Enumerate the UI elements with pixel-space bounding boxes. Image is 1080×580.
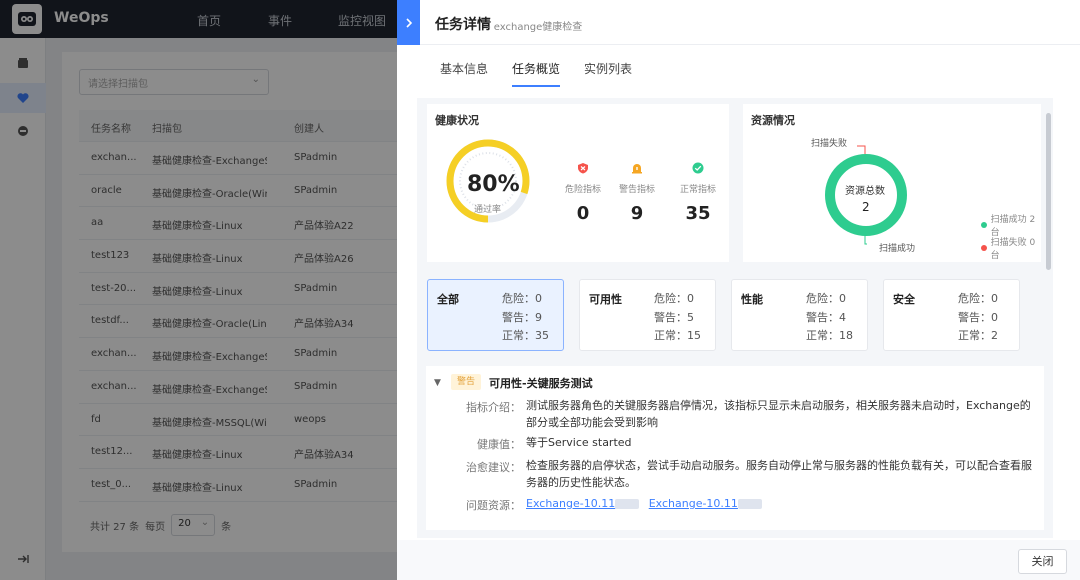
divider <box>397 44 1080 45</box>
pass-rate-value: 80% <box>467 172 520 197</box>
health-value-text: 等于Service started <box>526 436 632 449</box>
category-danger: 危险：0 <box>502 292 542 305</box>
problem-resources: Exchange-10.11 Exchange-10.11 <box>526 495 1036 512</box>
category-warning: 警告：0 <box>958 311 998 324</box>
tab-basic-info[interactable]: 基本信息 <box>440 60 488 87</box>
advice-text: 检查服务器的启停状态，尝试手动启动服务。服务自动停止常与服务器的性能负载有关，可… <box>526 459 1032 489</box>
callout-scan-fail: 扫描失败 <box>811 139 848 149</box>
resource-link[interactable]: Exchange-10.11 <box>649 497 762 510</box>
drawer-subtitle: - exchange健康检查 <box>487 22 583 33</box>
category-name: 全部 <box>437 293 459 306</box>
normal-metric-label: 正常指标 <box>679 185 716 195</box>
legend-fail-text: 扫描失败 0台 <box>990 238 1036 261</box>
health-status-card: 健康状况 80% 通过率 危险指标 0 警告指标 9 正常指标 35 <box>427 104 729 262</box>
collapse-caret-icon[interactable]: ▼ <box>434 378 441 388</box>
category-card-security[interactable]: 安全 危险：0 警告：0 正常：2 <box>883 279 1020 351</box>
category-warning: 警告：4 <box>806 311 846 324</box>
normal-metric-value: 35 <box>685 203 711 224</box>
category-card-all[interactable]: 全部 危险：0 警告：9 正常：35 <box>427 279 564 351</box>
category-danger: 危险：0 <box>654 292 694 305</box>
category-name: 可用性 <box>589 293 622 306</box>
warning-metric: 警告指标 9 <box>607 162 667 224</box>
category-normal: 正常：2 <box>958 329 998 342</box>
rule-detail-panel: ▼ 警告 可用性-关键服务测试 指标介绍： 测试服务器角色的关键服务器启停情况，… <box>426 366 1044 530</box>
callout-lines <box>857 145 867 245</box>
tab-task-overview[interactable]: 任务概览 <box>512 60 561 87</box>
drawer-scrollbar[interactable] <box>1046 113 1051 270</box>
category-name: 安全 <box>893 293 915 306</box>
pass-rate-label: 通过率 <box>474 205 502 215</box>
callout-scan-success: 扫描成功 <box>879 244 916 254</box>
health-value-label: 健康值： <box>477 438 521 451</box>
legend-dot-icon <box>981 222 987 228</box>
intro-label: 指标介绍： <box>466 401 521 414</box>
tab-instance-list[interactable]: 实例列表 <box>584 60 632 87</box>
legend-dot-icon <box>981 245 987 251</box>
category-normal: 正常：18 <box>806 329 853 342</box>
close-button[interactable]: 关闭 <box>1018 549 1067 574</box>
resource-status-card: 资源情况 资源总数 2 扫描失败 扫描成功 扫描成功 2台 扫描失败 0台 <box>743 104 1041 262</box>
alarm-warning-icon <box>607 162 667 176</box>
category-card-performance[interactable]: 性能 危险：0 警告：4 正常：18 <box>731 279 868 351</box>
resources-label: 问题资源： <box>466 499 521 512</box>
task-detail-drawer: 任务详情 - exchange健康检查 基本信息 任务概览 实例列表 健康状况 … <box>397 0 1080 580</box>
health-card-title: 健康状况 <box>435 114 479 127</box>
drawer-title: 任务详情 <box>435 17 491 33</box>
warning-metric-label: 警告指标 <box>618 185 655 195</box>
rule-title: 可用性-关键服务测试 <box>489 377 593 390</box>
resource-card-title: 资源情况 <box>751 114 795 127</box>
danger-metric: 危险指标 0 <box>553 162 613 224</box>
category-danger: 危险：0 <box>806 292 846 305</box>
category-card-availability[interactable]: 可用性 危险：0 警告：5 正常：15 <box>579 279 716 351</box>
intro-text: 测试服务器角色的关键服务器启停情况，该指标只显示未启动服务，相关服务器未启动时，… <box>526 399 1031 429</box>
warning-tag: 警告 <box>451 374 482 390</box>
drawer-footer: 关闭 <box>397 540 1080 580</box>
check-circle-icon <box>668 162 728 176</box>
resource-link[interactable]: Exchange-10.11 <box>526 497 640 510</box>
category-normal: 正常：35 <box>502 329 549 342</box>
category-warning: 警告：5 <box>654 311 694 324</box>
danger-metric-label: 危险指标 <box>564 185 601 195</box>
danger-metric-value: 0 <box>576 203 590 224</box>
shield-danger-icon <box>553 162 613 176</box>
category-name: 性能 <box>741 293 763 306</box>
detail-tabs: 基本信息 任务概览 实例列表 <box>440 60 656 87</box>
category-danger: 危险：0 <box>958 292 998 305</box>
warning-metric-value: 9 <box>630 203 644 224</box>
normal-metric: 正常指标 35 <box>668 162 728 224</box>
advice-label: 治愈建议： <box>466 461 521 474</box>
category-warning: 警告：9 <box>502 311 542 324</box>
chevron-right-icon <box>405 17 412 28</box>
legend-scan-fail[interactable]: 扫描失败 0台 <box>981 235 1041 261</box>
drawer-collapse-button[interactable] <box>397 0 420 45</box>
category-normal: 正常：15 <box>654 329 701 342</box>
